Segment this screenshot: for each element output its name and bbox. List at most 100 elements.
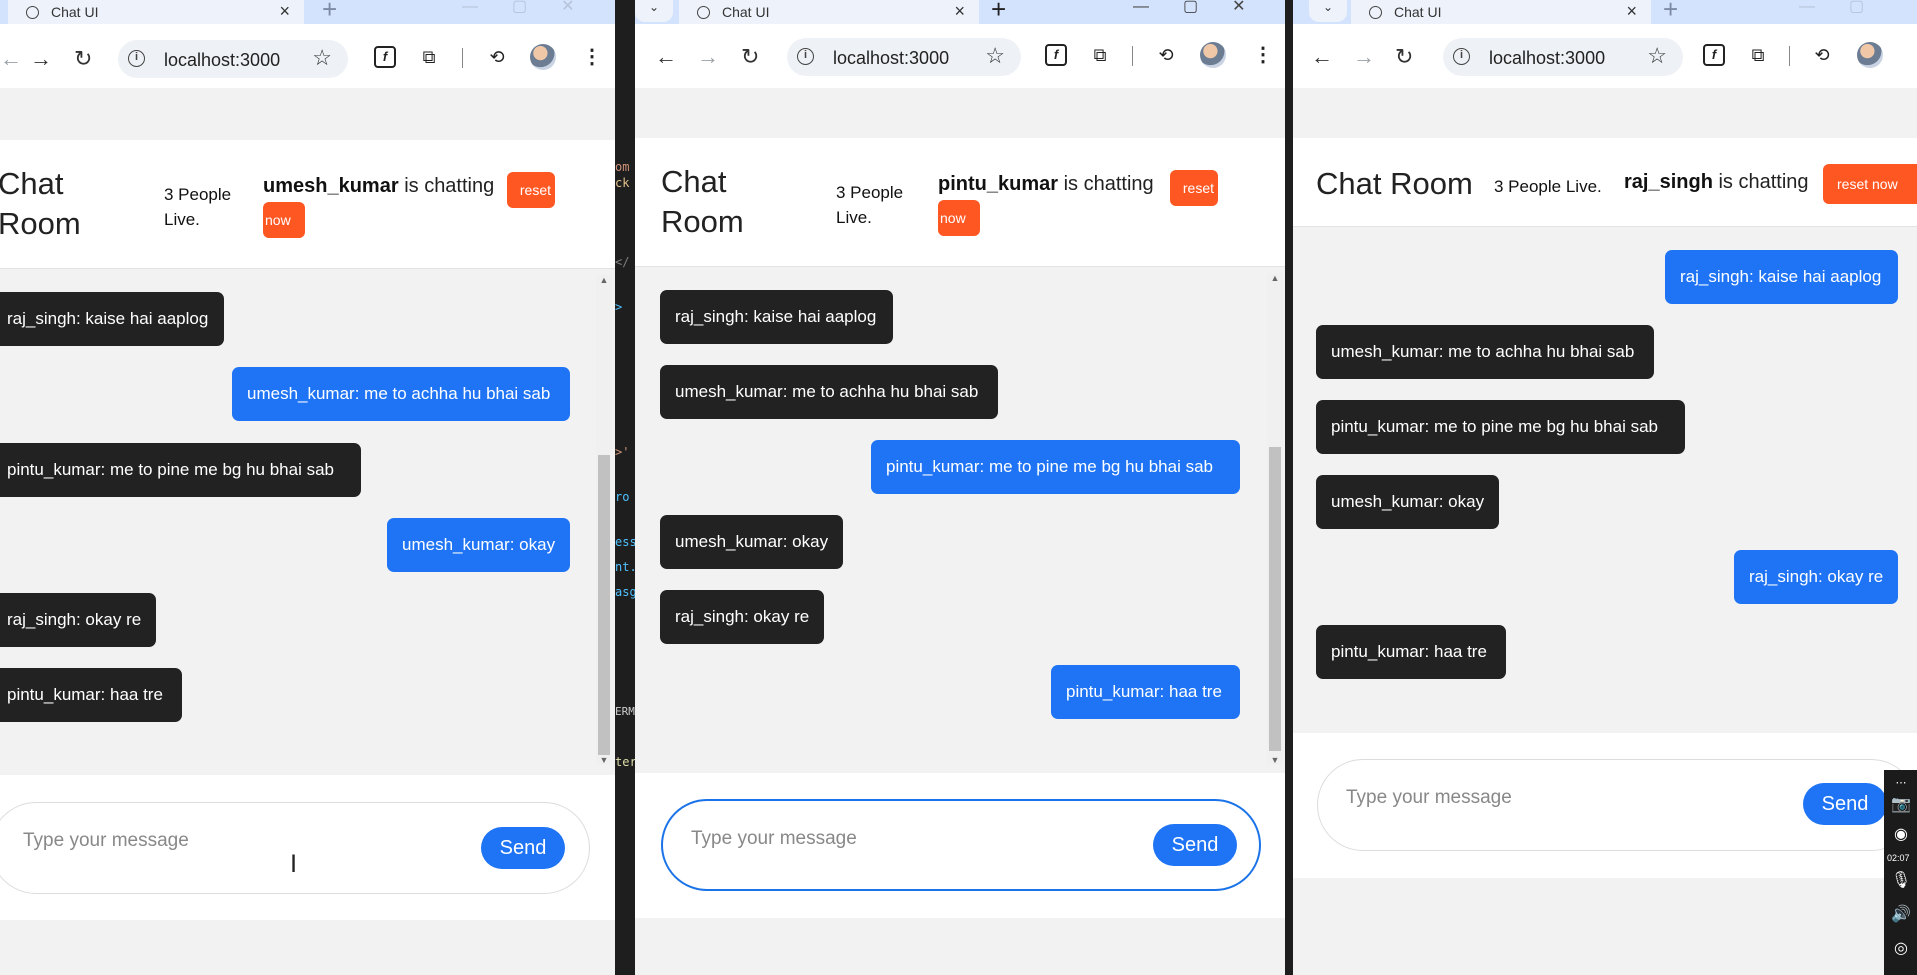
recorder-time: 02:07 [1887, 853, 1910, 863]
speaker-icon[interactable]: 🔊 [1890, 904, 1912, 926]
message-list[interactable]: raj_singh: kaise hai aaplog umesh_kumar:… [635, 267, 1285, 772]
send-button[interactable]: Send [1153, 824, 1237, 866]
scroll-down-icon[interactable]: ▼ [596, 755, 612, 765]
message-bubble: raj_singh: okay re [660, 590, 824, 644]
address-bar[interactable]: i localhost:3000 ☆ [1443, 38, 1683, 76]
recorder-menu-icon[interactable]: ⋯ [1890, 772, 1912, 794]
reset-button-top[interactable]: reset [1170, 170, 1218, 206]
reset-button-bottom[interactable]: now [938, 200, 980, 236]
tab-strip: Chat UI × + —▢✕ [0, 0, 615, 24]
reload-icon[interactable]: ↻ [741, 44, 759, 70]
people-line2: Live. [164, 210, 200, 229]
send-button[interactable]: Send [1803, 783, 1887, 825]
puzzle-extensions-icon[interactable]: ⧉ [1089, 44, 1111, 66]
code-editor-glimpse: om ck </ > >' ro ess nt. asg ERM ter [615, 160, 637, 769]
url-text: localhost:3000 [833, 48, 950, 68]
site-info-icon[interactable]: i [1453, 48, 1470, 65]
profile-avatar[interactable] [1857, 42, 1883, 68]
reset-label-line1: reset [1182, 180, 1214, 196]
address-bar[interactable]: i localhost:3000 ☆ [787, 38, 1021, 76]
record-icon[interactable]: ◉ [1890, 824, 1912, 846]
address-bar[interactable]: i localhost:3000 ☆ [118, 40, 348, 78]
tab-chat-ui[interactable]: Chat UI × [679, 0, 979, 24]
reset-button-top[interactable]: reset [507, 172, 555, 208]
back-icon[interactable]: ← [0, 46, 22, 72]
toolbar-separator [1132, 46, 1133, 66]
microphone-icon[interactable]: 🎙 [1890, 870, 1912, 892]
reload-icon[interactable]: ↻ [74, 46, 92, 72]
puzzle-extensions-icon[interactable]: ⧉ [418, 46, 440, 68]
message-list[interactable]: raj_singh: kaise hai aaplog umesh_kumar:… [1293, 227, 1917, 732]
message-input[interactable] [1344, 782, 1768, 814]
message-input[interactable] [21, 825, 445, 857]
scrollbar[interactable]: ▲ ▼ [596, 275, 612, 765]
profile-avatar[interactable] [530, 44, 556, 70]
chatting-status: pintu_kumar is chatting [938, 168, 1154, 200]
window-controls[interactable]: —▢✕ [462, 0, 609, 16]
message-input[interactable] [689, 823, 1113, 855]
new-tab-button[interactable]: + [1663, 0, 1678, 25]
close-tab-icon[interactable]: × [1626, 1, 1637, 22]
reset-button[interactable]: reset now [1823, 164, 1917, 204]
forward-icon[interactable]: → [1353, 44, 1375, 70]
site-info-icon[interactable]: i [797, 48, 814, 65]
close-tab-icon[interactable]: × [954, 1, 965, 22]
window-controls[interactable]: —▢ [1799, 0, 1898, 16]
close-tab-icon[interactable]: × [279, 1, 290, 22]
extension-f-icon[interactable]: f [374, 46, 396, 68]
reset-button-bottom[interactable]: now [263, 202, 305, 238]
scrollbar-thumb[interactable] [1269, 447, 1281, 751]
sync-icon[interactable]: ⟲ [1155, 44, 1177, 66]
chat-header: Chat Room 3 People Live. raj_singh is ch… [1293, 138, 1917, 227]
bookmark-star-icon[interactable]: ☆ [1647, 43, 1667, 69]
scroll-down-icon[interactable]: ▼ [1267, 755, 1283, 765]
bookmark-star-icon[interactable]: ☆ [985, 43, 1005, 69]
current-username: pintu_kumar [938, 173, 1059, 195]
message-bubble: pintu_kumar: me to pine me bg hu bhai sa… [0, 443, 361, 497]
new-tab-button[interactable]: + [322, 0, 337, 25]
message-bubble: raj_singh: okay re [0, 593, 156, 647]
window-controls[interactable]: —▢✕ [1133, 0, 1280, 16]
chatting-text: is chatting [1063, 173, 1154, 195]
message-input-pill[interactable]: Send [1317, 759, 1917, 851]
forward-icon[interactable]: → [30, 46, 52, 72]
menu-kebab-icon[interactable]: ⋮ [1253, 42, 1273, 67]
message-input-pill[interactable]: Send [661, 799, 1261, 891]
tab-chat-ui[interactable]: Chat UI × [8, 0, 304, 24]
site-info-icon[interactable]: i [128, 50, 145, 67]
url-text: localhost:3000 [164, 50, 281, 70]
puzzle-extensions-icon[interactable]: ⧉ [1747, 44, 1769, 66]
bookmark-star-icon[interactable]: ☆ [312, 45, 332, 71]
menu-kebab-icon[interactable]: ⋮ [582, 44, 602, 69]
back-icon[interactable]: ← [1311, 44, 1333, 70]
scroll-up-icon[interactable]: ▲ [596, 275, 612, 285]
message-list[interactable]: raj_singh: kaise hai aaplog umesh_kumar:… [0, 269, 615, 774]
chat-title: Chat Room [661, 162, 744, 242]
people-line1: 3 People [164, 185, 232, 204]
back-icon[interactable]: ← [655, 44, 677, 70]
tab-chat-ui[interactable]: Chat UI × [1351, 0, 1651, 24]
scrollbar-thumb[interactable] [598, 455, 610, 755]
camera-icon[interactable]: 📷 [1890, 794, 1912, 816]
scroll-up-icon[interactable]: ▲ [1267, 273, 1283, 283]
send-button[interactable]: Send [481, 827, 565, 869]
scrollbar[interactable]: ▲ ▼ [1267, 273, 1283, 765]
browser-window-umesh: Chat UI × + —▢✕ ← → ↻ i localhost:3000 ☆… [0, 0, 615, 975]
webcam-icon[interactable]: ◎ [1890, 938, 1912, 960]
forward-icon[interactable]: → [697, 44, 719, 70]
reload-icon[interactable]: ↻ [1395, 44, 1413, 70]
sync-icon[interactable]: ⟲ [486, 46, 508, 68]
profile-avatar[interactable] [1200, 42, 1226, 68]
sync-icon[interactable]: ⟲ [1811, 44, 1833, 66]
extension-f-icon[interactable]: f [1045, 44, 1067, 66]
extension-f-icon[interactable]: f [1703, 44, 1725, 66]
browser-window-raj: ⌄ Chat UI × + —▢ ← → ↻ i localhost:3000 … [1293, 0, 1917, 975]
reset-label-line2: now [940, 210, 966, 226]
new-tab-button[interactable]: + [991, 0, 1006, 25]
chatting-status: umesh_kumar is chatting [263, 170, 494, 202]
tab-search-button[interactable]: ⌄ [1309, 0, 1347, 22]
text-cursor-icon: I [290, 850, 298, 878]
tab-search-button[interactable]: ⌄ [635, 0, 673, 22]
chatting-text: is chatting [404, 175, 495, 197]
message-input-pill[interactable]: Send [0, 802, 590, 894]
